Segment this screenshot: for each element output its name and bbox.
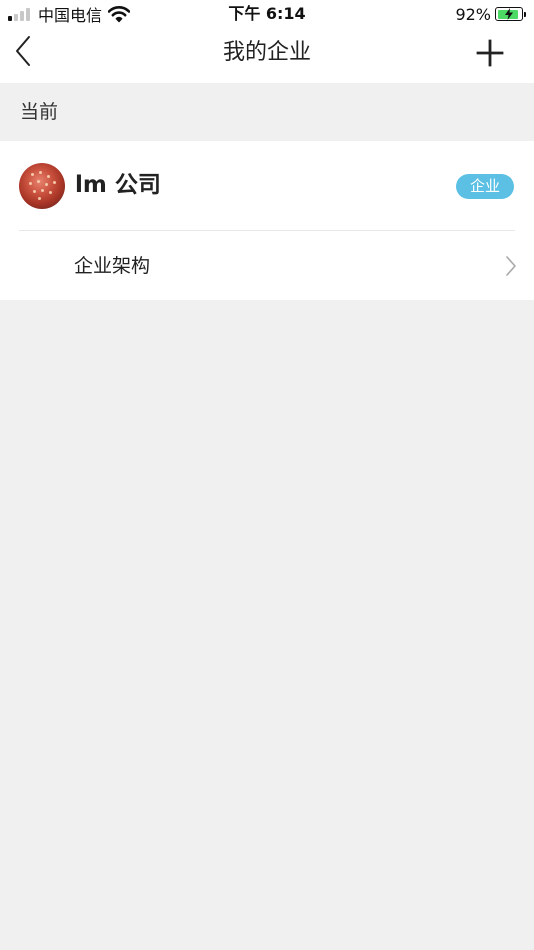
nav-bar: 我的企业 — [0, 28, 534, 83]
plus-icon — [476, 39, 504, 67]
page-title: 我的企业 — [222, 40, 311, 65]
org-structure-row[interactable]: 企业架构 — [0, 231, 534, 300]
status-bar: 中国电信 下午 6:14 92% — [0, 0, 534, 28]
company-name: lm 公司 — [75, 172, 161, 198]
status-time: 下午 6:14 — [228, 4, 306, 23]
battery-charging-icon — [495, 7, 523, 21]
add-company-button[interactable] — [476, 39, 504, 67]
company-type-badge: 企业 — [456, 174, 514, 199]
org-structure-label: 企业架构 — [74, 255, 151, 277]
status-right: 92% — [455, 4, 526, 24]
battery-percent: 92% — [455, 4, 491, 24]
chevron-right-icon — [506, 256, 516, 276]
battery-cap — [524, 11, 526, 17]
company-avatar — [19, 163, 65, 209]
section-header: 当前 — [0, 83, 534, 140]
company-row[interactable]: lm 公司 企业 — [0, 141, 534, 230]
charging-bolt-icon — [505, 8, 513, 20]
section-label-current: 当前 — [20, 101, 59, 123]
company-card: lm 公司 企业 企业架构 — [0, 141, 534, 300]
